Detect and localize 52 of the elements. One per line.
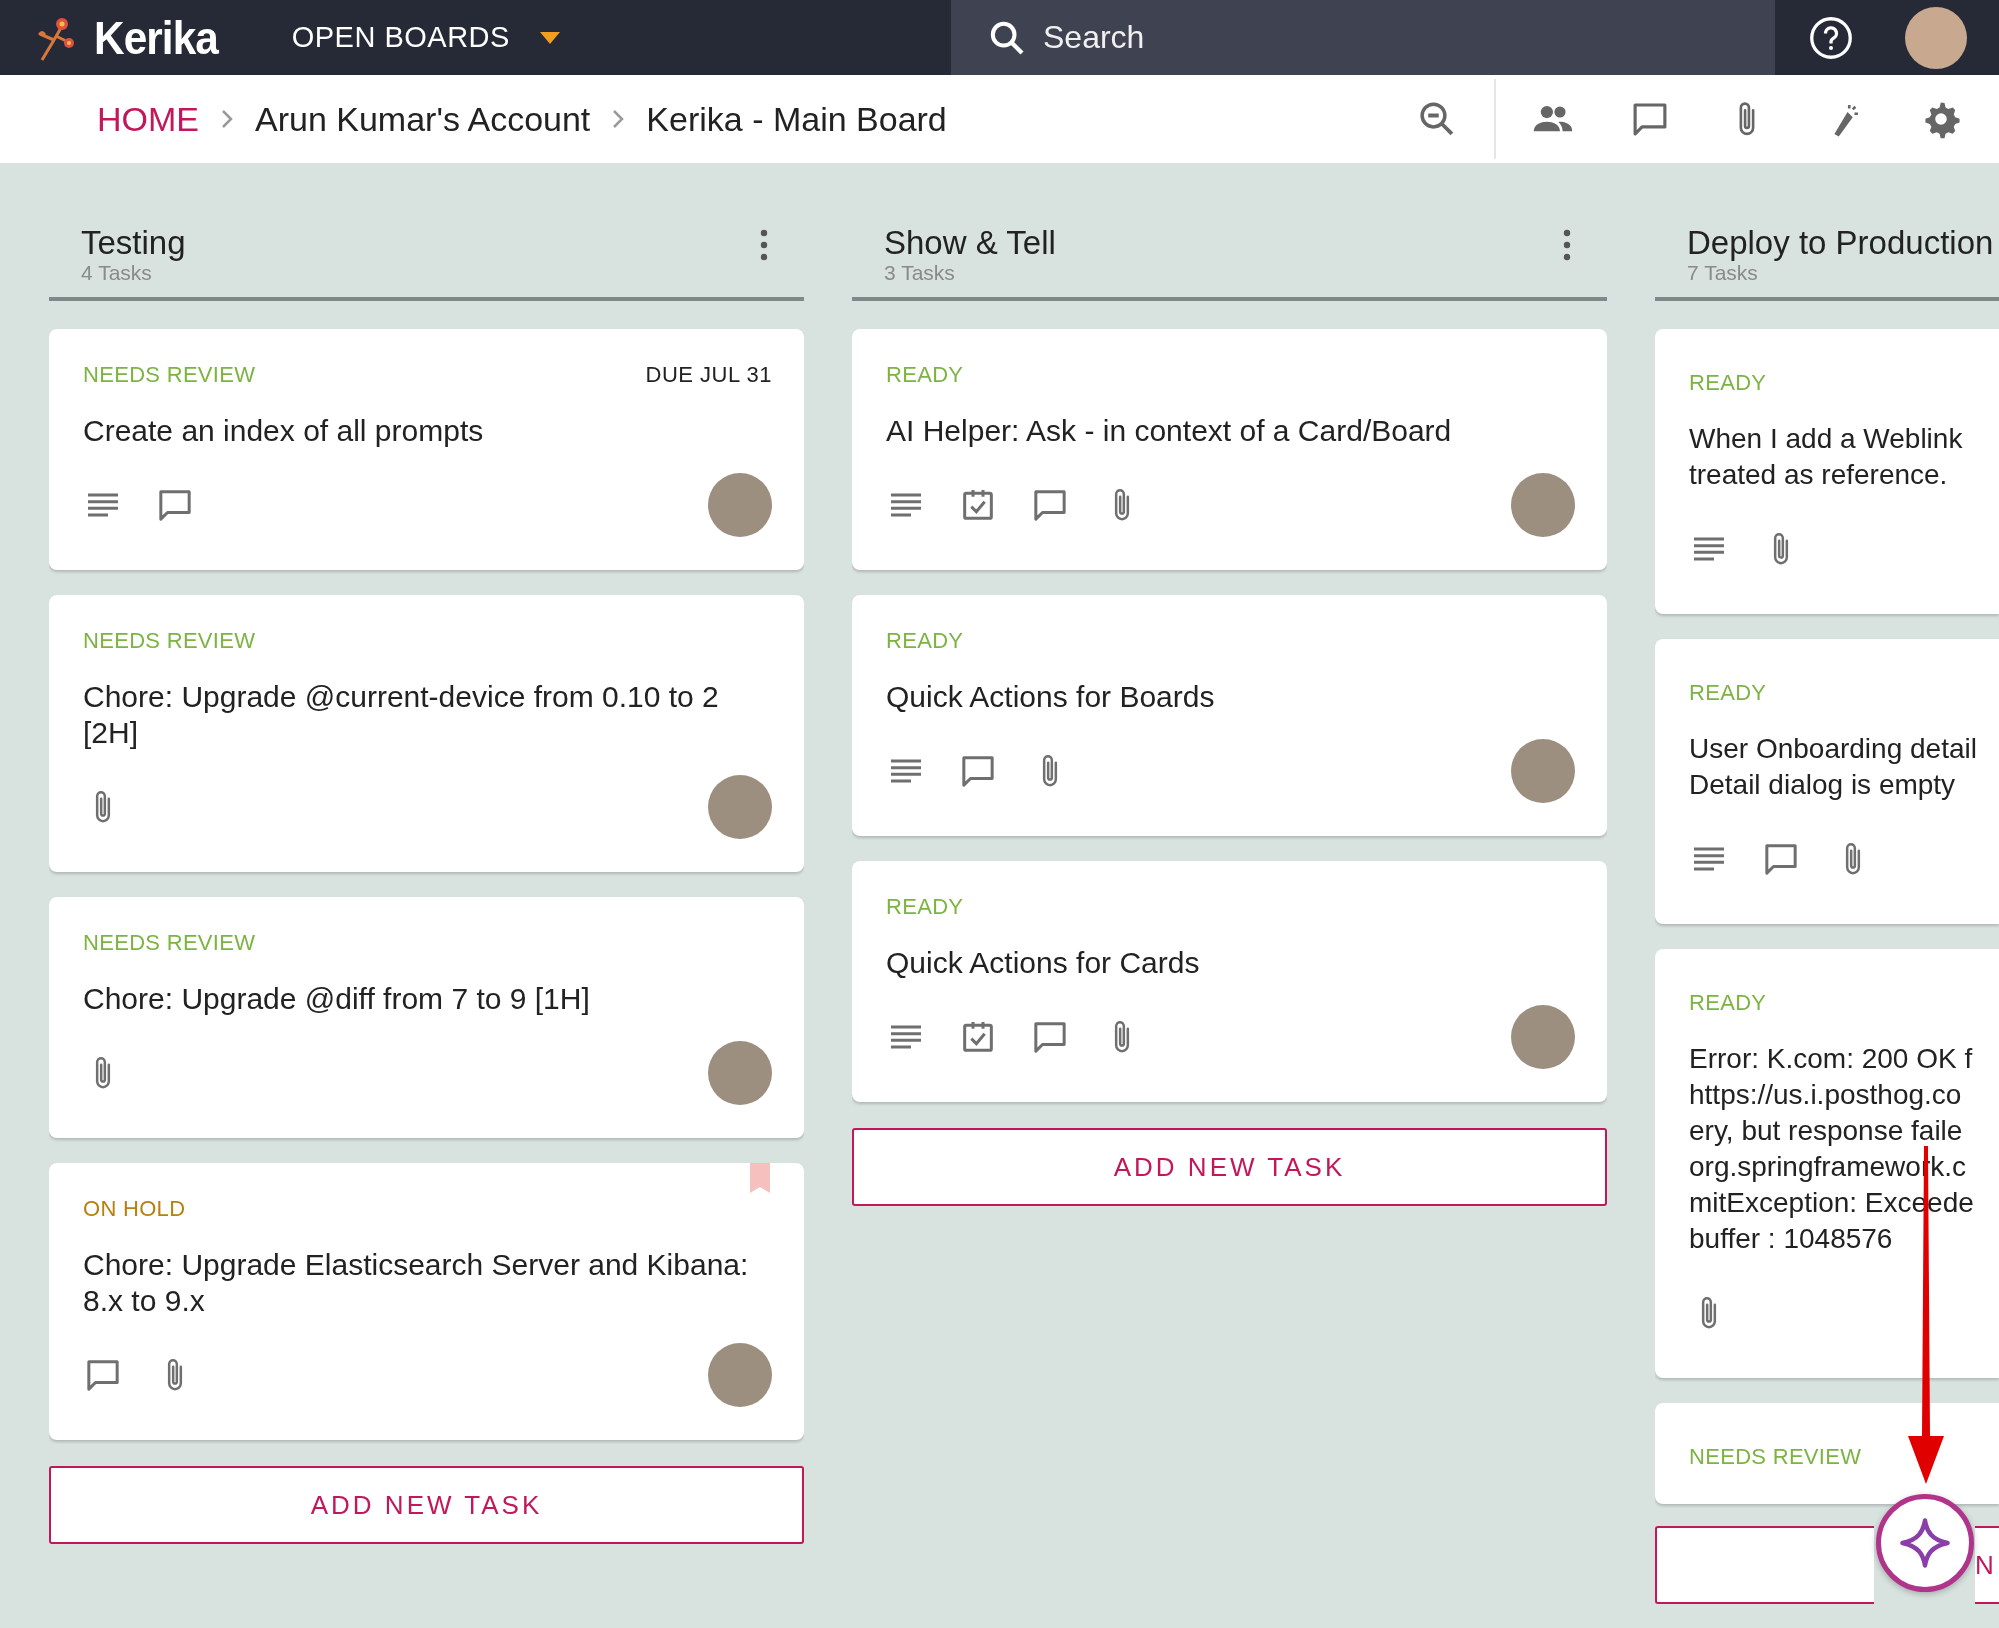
card-title: Quick Actions for Cards (886, 945, 1201, 981)
app-name: Kerika (94, 10, 218, 65)
task-card[interactable]: READY Quick Actions for Cards (852, 861, 1607, 1102)
add-task-button[interactable]: ADD NEW TASK (852, 1128, 1607, 1206)
task-card[interactable]: NEEDS REVIEW DUE JUL 31 Create an index of all prompts (49, 329, 804, 570)
more-icon[interactable] (758, 227, 770, 263)
card-title: Quick Actions for Boards (886, 679, 1216, 715)
status-label: NEEDS REVIEW (83, 930, 256, 956)
add-task-button[interactable]: ADD NEW TASK (49, 1466, 804, 1544)
column-title: Deploy to Production (1687, 225, 1994, 261)
column-title: Testing (81, 225, 186, 261)
more-icon[interactable] (1561, 227, 1573, 263)
sparkle-button[interactable] (1876, 1494, 1974, 1592)
open-boards-menu[interactable]: OPEN BOARDS (291, 21, 560, 54)
breadcrumb-link[interactable]: Arun Kumar's Account (255, 99, 591, 139)
task-card[interactable]: NEEDS REVIEW Chore: Upgrade @diff from 7 to 9 [1H] (49, 897, 804, 1138)
card-title: Chore: Upgrade Elasticsearch Server and Kibana: 8.x to 9.x (83, 1247, 750, 1319)
task-card[interactable]: READY User Onboarding detail Detail dialog is empty (1655, 639, 1999, 924)
status-label: READY (886, 894, 964, 920)
card-title: When I add a Weblink treated as reference. (1689, 422, 1964, 492)
task-card[interactable]: ON HOLD Chore: Upgrade Elasticsearch Server and Kibana: 8.x to 9.x (49, 1163, 804, 1440)
task-card[interactable]: READY When I add a Weblink treated as reference. (1655, 329, 1999, 614)
card-title: Create an index of all prompts (83, 413, 485, 449)
task-count: 3 Tasks (884, 261, 956, 285)
card-title: Chore: Upgrade @current-device from 0.10 to 2 [2H] (83, 679, 720, 751)
card-title: AI Helper: Ask - in context of a Card/Board (886, 413, 1453, 449)
status-label: READY (886, 362, 964, 388)
search-field[interactable]: Search (951, 0, 1775, 75)
status-label: NEEDS REVIEW (83, 628, 256, 654)
help-icon[interactable] (1809, 15, 1853, 60)
breadcrumb-link[interactable]: Kerika - Main Board (646, 99, 947, 139)
status-label: READY (1689, 680, 1767, 706)
status-label: READY (1689, 990, 1767, 1016)
task-card[interactable]: READY AI Helper: Ask - in context of a Card/Board (852, 329, 1607, 570)
status-label: NEEDS REVIEW (1689, 1444, 1862, 1470)
task-card[interactable]: READY Quick Actions for Boards (852, 595, 1607, 836)
status-label: ON HOLD (83, 1196, 186, 1222)
sparkle-icon (1898, 1516, 1952, 1570)
add-task-button[interactable]: N (1975, 1526, 1999, 1604)
due-date: DUE JUL 31 (645, 362, 772, 388)
status-label: READY (886, 628, 964, 654)
status-label: NEEDS REVIEW (83, 362, 256, 388)
caret-icon (539, 31, 560, 44)
card-title: Chore: Upgrade @diff from 7 to 9 [1H] (83, 981, 591, 1017)
task-card[interactable]: NEEDS REVIEW Chore: Upgrade @current-device from 0.10 to 2 [2H] (49, 595, 804, 872)
status-label: READY (1689, 370, 1767, 396)
search-input[interactable]: Search (1041, 18, 1545, 57)
column-title: Show & Tell (884, 225, 1056, 261)
card-title: User Onboarding detail Detail dialog is empty (1689, 732, 1978, 802)
task-count: 7 Tasks (1687, 261, 1759, 285)
breadcrumb-link[interactable]: HOME (97, 99, 199, 139)
task-count: 4 Tasks (81, 261, 153, 285)
